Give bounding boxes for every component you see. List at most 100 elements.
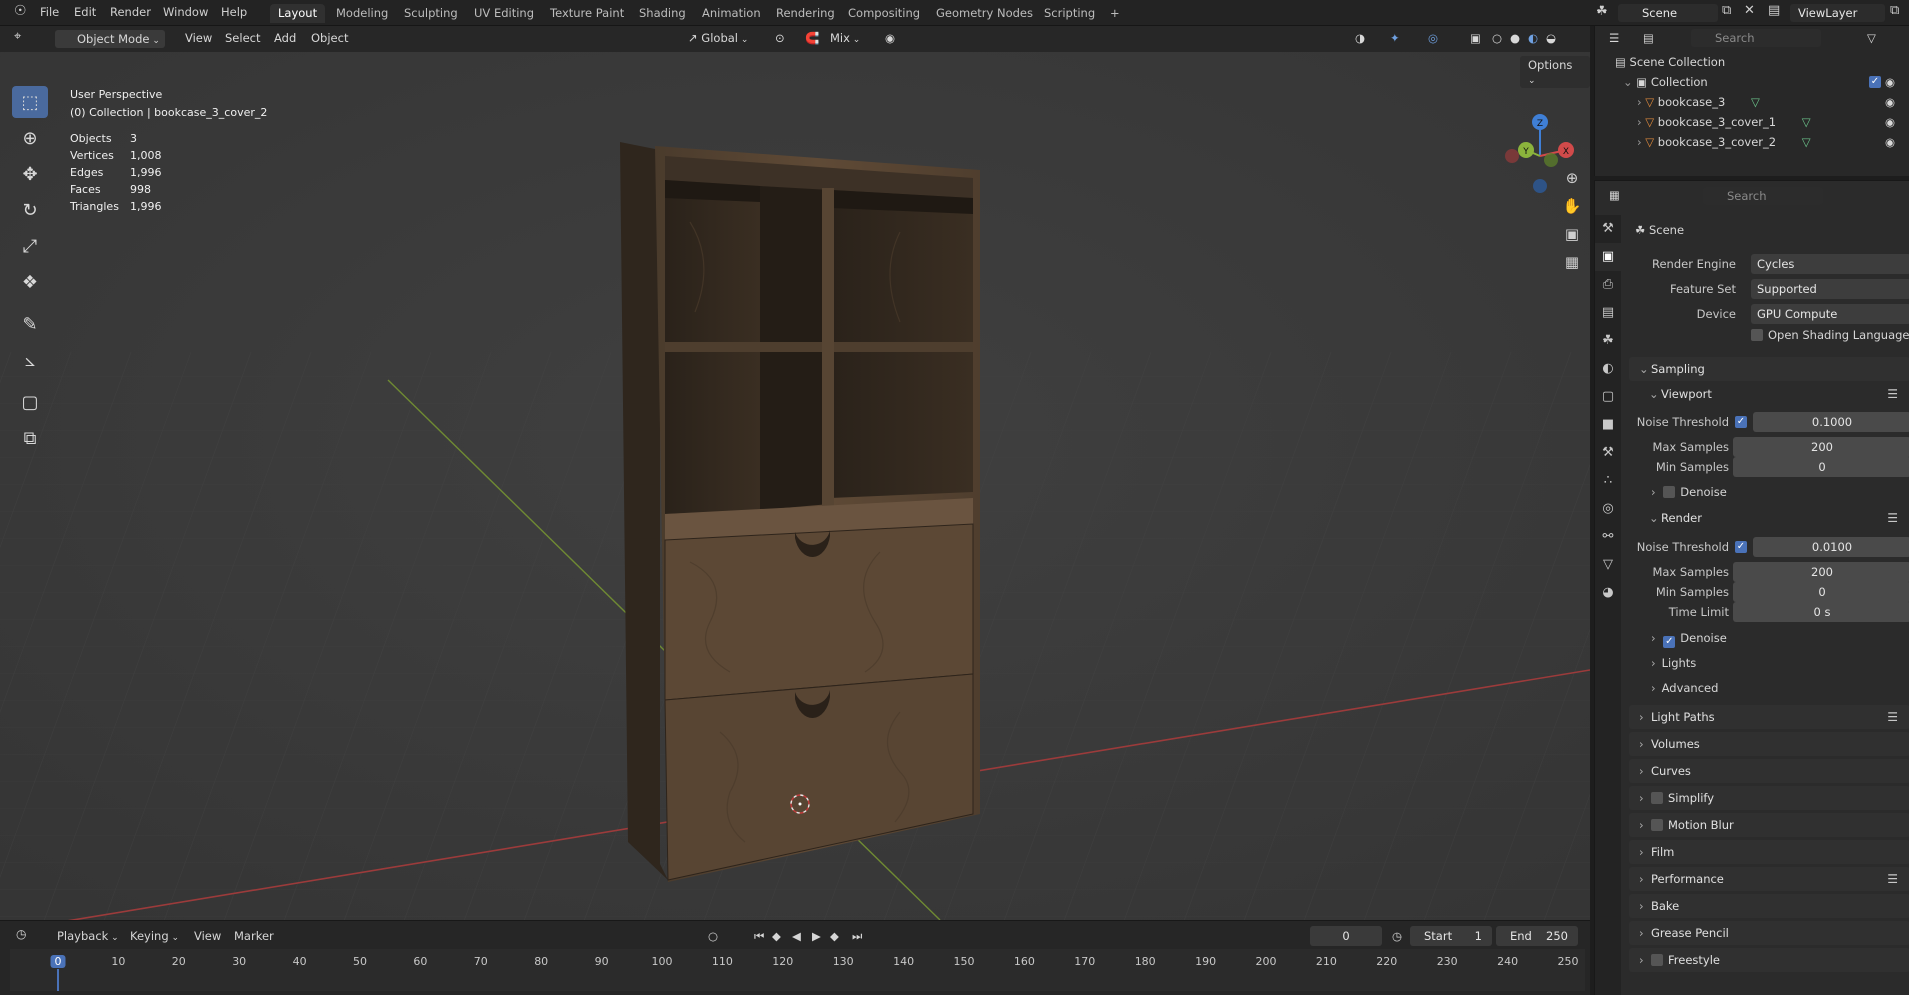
sampling-panel-header[interactable]: ⌄ Sampling — [1629, 357, 1909, 381]
particles-tab-icon[interactable]: ∴ — [1595, 467, 1621, 495]
render-tab-icon[interactable]: ▣ — [1595, 243, 1621, 271]
display-mode-icon[interactable]: ▤ — [1643, 28, 1654, 48]
jump-start-icon[interactable]: ⏮ — [754, 929, 764, 944]
menu-marker[interactable]: Marker — [234, 929, 274, 943]
cursor-tool-icon[interactable]: ⊕ — [12, 122, 48, 154]
motion-blur-checkbox[interactable] — [1651, 819, 1663, 831]
output-tab-icon[interactable]: ⎙ — [1595, 271, 1621, 299]
collection-include-checkbox[interactable]: ✓ — [1869, 76, 1881, 88]
vp-noise-threshold-checkbox[interactable]: ✓ — [1735, 416, 1747, 428]
expand-chevron-icon[interactable]: › — [1637, 115, 1642, 129]
properties-editor-icon[interactable]: ▦ — [1609, 185, 1620, 205]
presets-list-icon[interactable]: ☰ — [1887, 867, 1898, 891]
vp-max-samples-field[interactable]: 200 — [1733, 437, 1909, 457]
r-max-samples-field[interactable]: 200 — [1733, 562, 1909, 582]
render-engine-dropdown[interactable]: Cycles — [1751, 254, 1909, 274]
rendered-shading-icon[interactable]: ◒ — [1546, 31, 1556, 45]
timeline-editor-icon[interactable]: ◷ — [16, 927, 26, 941]
tab-modeling[interactable]: Modeling — [328, 4, 396, 23]
presets-list-icon[interactable]: ☰ — [1887, 506, 1898, 530]
r-denoise-row[interactable]: › ✓ Denoise — [1651, 631, 1909, 653]
pan-hand-icon[interactable]: ✋ — [1560, 194, 1584, 218]
menu-window[interactable]: Window — [163, 5, 208, 19]
volumes-panel[interactable]: › Volumes — [1629, 732, 1909, 756]
outliner-item-bookcase-3-cover-1[interactable]: › ▽ bookcase_3_cover_1 ▽ ◉ — [1637, 112, 1903, 132]
collection-expand-icon[interactable]: ⌄ — [1623, 75, 1633, 89]
scene-selector-icon[interactable]: ☘ — [1596, 4, 1608, 19]
scene-tab-icon[interactable]: ☘ — [1595, 327, 1621, 355]
menu-edit[interactable]: Edit — [74, 5, 96, 19]
device-dropdown[interactable]: GPU Compute — [1751, 304, 1909, 324]
view-layer-tab-icon[interactable]: ▤ — [1595, 299, 1621, 327]
world-tab-icon[interactable]: ◐ — [1595, 355, 1621, 383]
start-frame-field[interactable]: Start 1 — [1410, 926, 1492, 946]
snap-mode-dropdown[interactable]: Mix — [830, 31, 860, 45]
presets-list-icon[interactable]: ☰ — [1887, 382, 1898, 406]
properties-search[interactable]: Search — [1703, 187, 1823, 205]
play-icon[interactable]: ▶ — [812, 929, 821, 943]
menu-file[interactable]: File — [40, 5, 59, 19]
add-cube-tool-icon[interactable]: ▢ — [12, 386, 48, 418]
simplify-panel[interactable]: › Simplify — [1629, 786, 1909, 810]
current-frame-field[interactable]: 0 — [1310, 926, 1382, 946]
rotate-tool-icon[interactable]: ↻ — [12, 194, 48, 226]
lights-subpanel-header[interactable]: › Lights — [1651, 656, 1909, 678]
feature-set-dropdown[interactable]: Supported — [1751, 279, 1909, 299]
menu-add[interactable]: Add — [274, 31, 296, 45]
frame-ruler[interactable]: 0 10 20 30 40 50 60 70 80 90 100 110 120 130 140 150 160… — [10, 949, 1585, 991]
outliner-search[interactable]: Search — [1691, 29, 1821, 47]
material-shading-icon[interactable]: ◐ — [1528, 31, 1538, 45]
material-tab-icon[interactable]: ◕ — [1595, 579, 1621, 607]
viewport-subpanel-header[interactable]: ⌄ Viewport ☰ — [1639, 382, 1909, 406]
next-keyframe-icon[interactable]: ◆ — [830, 929, 839, 943]
tab-uv-editing[interactable]: UV Editing — [466, 4, 542, 23]
grease-pencil-panel[interactable]: › Grease Pencil — [1629, 921, 1909, 945]
visibility-eye-icon[interactable]: ◉ — [1885, 132, 1895, 152]
vp-denoise-row[interactable]: › Denoise — [1651, 485, 1909, 507]
visibility-eye-icon[interactable]: ◉ — [1885, 112, 1895, 132]
menu-render[interactable]: Render — [110, 5, 151, 19]
view-layer-field[interactable]: ViewLayer — [1790, 4, 1885, 22]
tab-geometry-nodes[interactable]: Geometry Nodes — [928, 4, 1041, 23]
measure-tool-icon[interactable]: ⦣ — [12, 344, 48, 376]
expand-chevron-icon[interactable]: › — [1637, 135, 1642, 149]
simplify-checkbox[interactable] — [1651, 792, 1663, 804]
wireframe-shading-icon[interactable]: ○ — [1492, 31, 1502, 45]
delete-scene-icon[interactable]: ✕ — [1744, 3, 1755, 18]
menu-object[interactable]: Object — [311, 31, 348, 45]
r-denoise-checkbox[interactable]: ✓ — [1663, 636, 1676, 648]
scene-collection-row[interactable]: ▤ Scene Collection — [1615, 52, 1725, 72]
camera-view-icon[interactable]: ▣ — [1560, 222, 1584, 246]
constraints-tab-icon[interactable]: ⚯ — [1595, 523, 1621, 551]
zoom-icon[interactable]: ⊕ — [1560, 166, 1584, 190]
add-object-tool-icon[interactable]: ⧉ — [12, 422, 48, 454]
film-panel[interactable]: › Film — [1629, 840, 1909, 864]
freestyle-checkbox[interactable] — [1651, 954, 1663, 966]
curves-panel[interactable]: › Curves — [1629, 759, 1909, 783]
pivot-icon[interactable]: ⊙ — [775, 31, 785, 45]
auto-keying-icon[interactable]: ○ — [708, 929, 718, 943]
tab-scripting[interactable]: Scripting — [1036, 4, 1103, 23]
expand-chevron-icon[interactable]: › — [1637, 95, 1642, 109]
proportional-edit-icon[interactable]: ◉ — [885, 31, 895, 45]
bookcase-model[interactable] — [620, 142, 980, 882]
prev-keyframe-icon[interactable]: ◆ — [772, 929, 781, 943]
time-limit-field[interactable]: 0 s — [1733, 602, 1909, 622]
editor-type-icon[interactable]: ⌖ — [14, 29, 21, 44]
new-scene-icon[interactable]: ⧉ — [1722, 3, 1731, 18]
menu-keying[interactable]: Keying — [130, 929, 179, 943]
visibility-icon[interactable]: ◑ — [1355, 31, 1365, 45]
3d-viewport[interactable]: Z Y X ⌖ Object Mode View Select Add Obje… — [0, 26, 1590, 920]
physics-tab-icon[interactable]: ◎ — [1595, 495, 1621, 523]
r-noise-threshold-checkbox[interactable]: ✓ — [1735, 541, 1747, 553]
transform-orientation-dropdown[interactable]: ↗ Global — [688, 31, 748, 45]
tab-texture-paint[interactable]: Texture Paint — [542, 4, 632, 23]
outliner-editor-icon[interactable]: ☰ — [1609, 28, 1619, 48]
tab-animation[interactable]: Animation — [694, 4, 769, 23]
mesh-data-icon[interactable]: ▽ — [1802, 115, 1811, 129]
osl-checkbox[interactable] — [1751, 329, 1763, 341]
outliner-item-bookcase-3-cover-2[interactable]: › ▽ bookcase_3_cover_2 ▽ ◉ — [1637, 132, 1903, 152]
transform-tool-icon[interactable]: ❖ — [12, 266, 48, 298]
light-paths-panel[interactable]: › Light Paths ☰ — [1629, 705, 1909, 729]
annotate-tool-icon[interactable]: ✎ — [12, 308, 48, 340]
